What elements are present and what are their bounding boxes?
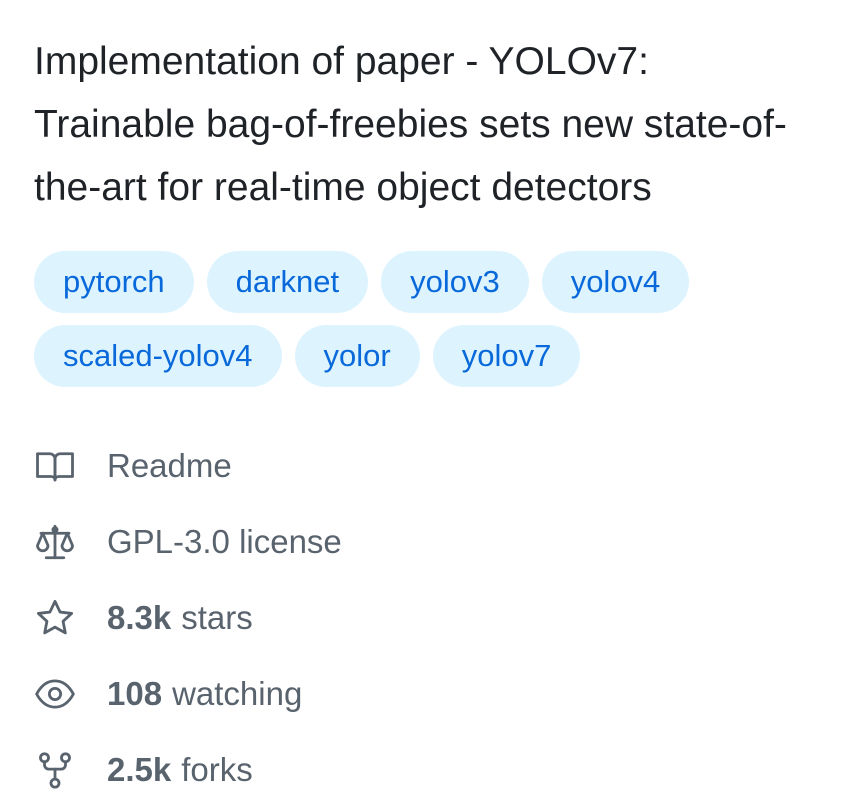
forks-link[interactable]: 2.5k forks xyxy=(34,732,824,808)
repo-forked-icon xyxy=(34,749,76,791)
repo-meta-list: Readme GPL-3.0 license 8.3k stars 108 wa… xyxy=(34,428,824,808)
stars-count: 8.3k xyxy=(107,599,172,636)
readme-link[interactable]: Readme xyxy=(34,428,824,504)
eye-icon xyxy=(34,673,76,715)
stars-link[interactable]: 8.3k stars xyxy=(34,580,824,656)
topic-tag-scaled-yolov4[interactable]: scaled-yolov4 xyxy=(34,325,282,387)
watching-label: watching xyxy=(172,675,303,712)
law-scale-icon xyxy=(34,521,76,563)
forks-label: forks xyxy=(181,751,253,788)
topic-tag-yolor[interactable]: yolor xyxy=(294,325,420,387)
topic-tag-yolov4[interactable]: yolov4 xyxy=(541,251,690,313)
topic-tag-pytorch[interactable]: pytorch xyxy=(34,251,194,313)
star-icon xyxy=(34,597,76,639)
stars-label: stars xyxy=(181,599,253,636)
forks-count: 2.5k xyxy=(107,751,172,788)
book-icon xyxy=(34,445,76,487)
topic-tag-darknet[interactable]: darknet xyxy=(206,251,369,313)
about-section: Implementation of paper - YOLOv7: Traina… xyxy=(34,30,824,808)
license-link[interactable]: GPL-3.0 license xyxy=(34,504,824,580)
readme-label: Readme xyxy=(107,447,232,484)
repo-description: Implementation of paper - YOLOv7: Traina… xyxy=(34,40,787,209)
topic-tag-yolov7[interactable]: yolov7 xyxy=(432,325,581,387)
topics-list: pytorch darknet yolov3 yolov4 scaled-yol… xyxy=(34,251,734,399)
watching-link[interactable]: 108 watching xyxy=(34,656,824,732)
watching-count: 108 xyxy=(107,675,163,712)
topic-tag-yolov3[interactable]: yolov3 xyxy=(381,251,529,313)
license-label: GPL-3.0 license xyxy=(107,523,342,560)
